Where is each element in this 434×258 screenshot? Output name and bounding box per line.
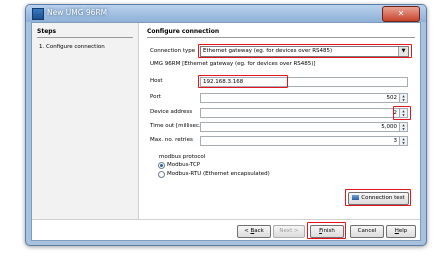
timeout-value: 5,000 xyxy=(381,123,397,130)
modbus-tcp-radio[interactable] xyxy=(158,162,165,169)
back-button[interactable]: < Back xyxy=(237,225,271,238)
port-value: 502 xyxy=(386,94,398,101)
finish-button[interactable]: Finish xyxy=(310,225,344,238)
timeout-field[interactable]: 5,000 ▲ ▼ xyxy=(200,122,408,132)
device-address-spinner-icon[interactable]: ▲ ▼ xyxy=(399,109,407,117)
next-button[interactable]: Next > xyxy=(273,225,305,238)
finish-suffix: inish xyxy=(321,228,335,234)
modbus-rtu-radio[interactable] xyxy=(158,171,165,178)
retries-spinner-icon[interactable]: ▲ ▼ xyxy=(399,137,407,145)
back-suffix: ack xyxy=(254,228,264,234)
modbus-tcp-label[interactable]: Modbus-TCP xyxy=(167,162,200,168)
retries-value: 3 xyxy=(393,137,398,144)
help-suffix: elp xyxy=(398,228,408,234)
timeout-label: Time out [millisec.] xyxy=(150,123,203,129)
host-field[interactable]: 192.168.3.168 xyxy=(200,77,408,87)
device-address-field[interactable]: 2 ▲ ▼ xyxy=(200,108,408,118)
timeout-spinner-icon[interactable]: ▲ ▼ xyxy=(399,123,407,131)
steps-divider xyxy=(37,37,133,38)
modbus-rtu-label[interactable]: Modbus-RTU (Ethernet encapsulated) xyxy=(167,171,270,177)
port-spinner-icon[interactable]: ▲ ▼ xyxy=(399,94,407,102)
retries-field[interactable]: 3 ▲ ▼ xyxy=(200,136,408,146)
device-subtitle: UMG 96RM [Ethernet gateway (eg. for devi… xyxy=(150,61,316,67)
connection-type-value: Ethernet gateway (eg. for devices over R… xyxy=(203,48,333,54)
step-item-configure-connection: 1. Configure connection xyxy=(39,44,105,50)
footer-divider xyxy=(32,219,420,220)
steps-pane: Steps 1. Configure connection xyxy=(32,23,139,219)
host-value: 192.168.3.168 xyxy=(203,78,244,85)
panel-divider xyxy=(147,37,415,38)
app-icon xyxy=(32,8,44,20)
network-icon xyxy=(352,195,360,200)
window-title: New UMG 96RM xyxy=(47,8,108,17)
close-button[interactable]: ✕ xyxy=(382,6,420,22)
dialog-client-area: Steps 1. Configure connection Configure … xyxy=(31,22,421,241)
connection-test-button[interactable]: Connection test xyxy=(348,192,409,205)
connection-type-label: Connection type xyxy=(150,48,196,54)
panel-title: Configure connection xyxy=(147,28,220,35)
cancel-button[interactable]: Cancel xyxy=(350,225,384,238)
port-field[interactable]: 502 ▲ ▼ xyxy=(200,93,408,103)
configure-panel: Configure connection Connection type Eth… xyxy=(145,23,417,219)
chevron-down-icon[interactable]: ▼ xyxy=(398,47,408,56)
retries-label: Max. no. retries xyxy=(150,137,193,143)
help-button[interactable]: Help xyxy=(386,225,416,238)
new-device-dialog: New UMG 96RM ✕ Steps 1. Configure connec… xyxy=(25,4,427,246)
port-label: Port xyxy=(150,94,161,100)
connection-test-label: Connection test xyxy=(361,195,405,201)
device-address-label: Device address xyxy=(150,109,193,115)
modbus-protocol-title: modbus protocol xyxy=(159,154,206,160)
steps-title: Steps xyxy=(37,28,57,35)
connection-type-select[interactable]: Ethernet gateway (eg. for devices over R… xyxy=(200,46,409,57)
device-address-value: 2 xyxy=(393,109,398,116)
host-label: Host xyxy=(150,78,163,84)
title-bar[interactable]: New UMG 96RM ✕ xyxy=(26,5,426,22)
